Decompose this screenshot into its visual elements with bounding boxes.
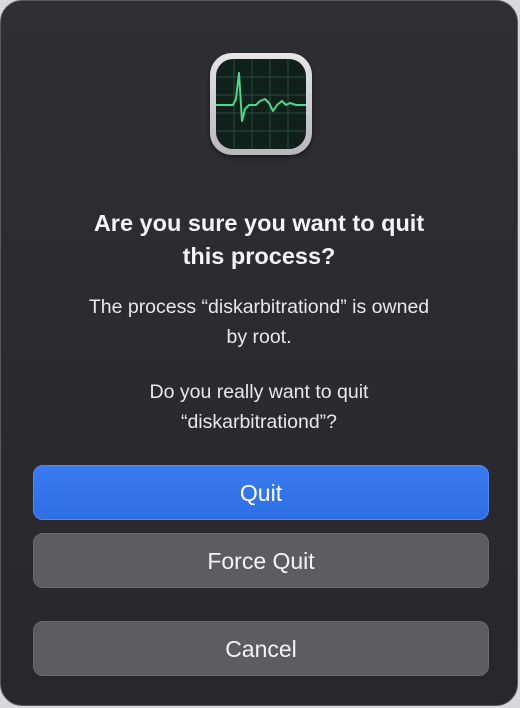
activity-monitor-icon — [210, 53, 312, 155]
quit-process-dialog: Are you sure you want to quit this proce… — [0, 0, 518, 706]
confirm-message-line2: “diskarbitrationd”? — [180, 411, 338, 433]
quit-button[interactable]: Quit — [33, 465, 489, 520]
owner-message-line2: by root. — [226, 326, 292, 348]
cancel-button[interactable]: Cancel — [33, 621, 489, 676]
dialog-title: Are you sure you want to quit this proce… — [41, 207, 477, 273]
activity-monitor-screen — [216, 59, 306, 149]
owner-message: The process “diskarbitrationd” is owned … — [41, 292, 477, 352]
confirm-message-line1: Do you really want to quit — [149, 381, 369, 403]
confirm-message: Do you really want to quit “diskarbitrat… — [41, 377, 477, 437]
activity-graph-icon — [216, 59, 306, 149]
dialog-title-line1: Are you sure you want to quit — [93, 210, 425, 236]
dialog-title-line2: this process? — [182, 243, 336, 269]
owner-message-line1: The process “diskarbitrationd” is owned — [88, 296, 430, 318]
force-quit-button[interactable]: Force Quit — [33, 533, 489, 588]
